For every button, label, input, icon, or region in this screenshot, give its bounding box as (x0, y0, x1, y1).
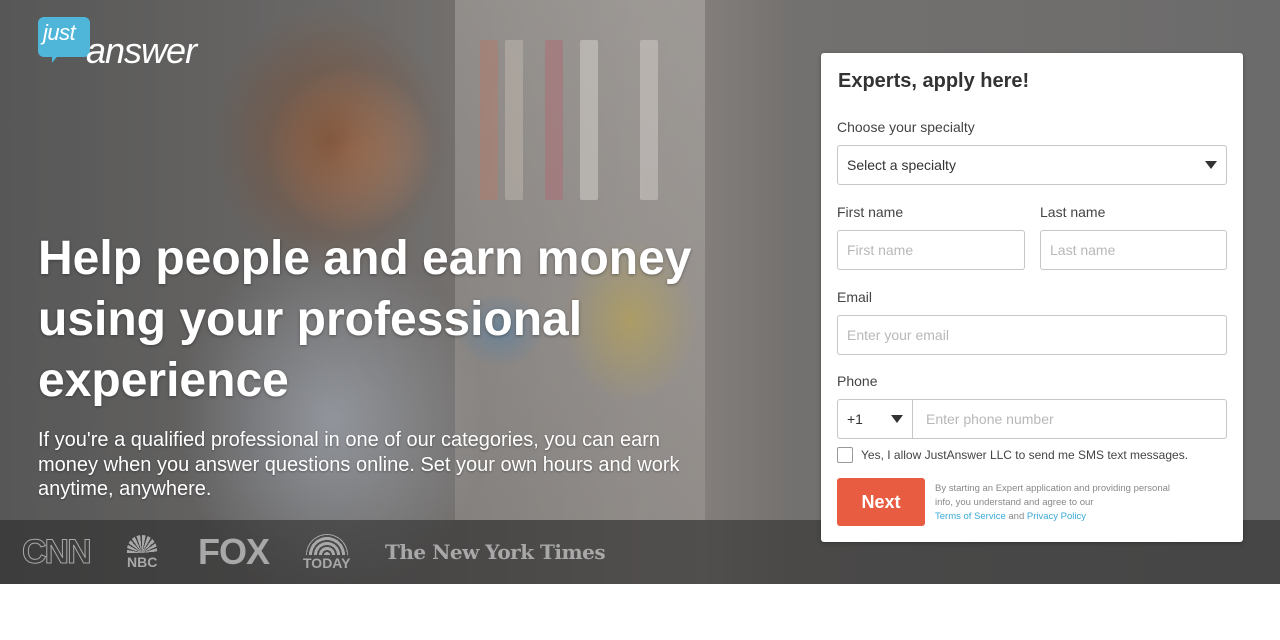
sms-consent-row: Yes, I allow JustAnswer LLC to send me S… (837, 447, 1188, 463)
email-label: Email (837, 289, 873, 305)
hero-headline: Help people and earn money using your pr… (38, 232, 692, 407)
justanswer-logo[interactable]: just answer (38, 17, 213, 73)
form-title: Experts, apply here! (838, 70, 1030, 92)
specialty-selected-value: Select a specialty (847, 157, 956, 173)
fox-logo-icon: FOX (198, 531, 270, 572)
country-code-value: +1 (847, 411, 863, 427)
country-code-select[interactable]: +1 (838, 400, 913, 438)
first-name-label: First name (837, 204, 904, 220)
legal-disclaimer: By starting an Expert application and pr… (935, 482, 1175, 524)
cnn-logo-icon: CNN (22, 532, 93, 571)
nbc-peacock-icon (127, 535, 158, 553)
nbc-logo-text: NBC (127, 554, 158, 570)
legal-and-text: and (1008, 511, 1025, 522)
nyt-logo-icon: The New York Times (385, 540, 606, 564)
logo-text-answer: answer (86, 30, 197, 71)
phone-field: +1 (837, 399, 1227, 439)
today-logo-text: TODAY (303, 555, 351, 571)
next-button[interactable]: Next (837, 478, 925, 526)
phone-input[interactable] (913, 400, 1226, 438)
terms-of-service-link[interactable]: Terms of Service (935, 511, 1006, 522)
logo-text-just: just (43, 20, 76, 45)
speech-bubble-tail (52, 53, 64, 63)
expert-application-form: Experts, apply here! Choose your special… (821, 53, 1243, 542)
sms-consent-label[interactable]: Yes, I allow JustAnswer LLC to send me S… (861, 448, 1188, 462)
today-rainbow-icon (305, 534, 348, 555)
last-name-label: Last name (1040, 204, 1106, 220)
nbc-logo-icon: NBC (127, 520, 157, 584)
sms-consent-checkbox[interactable] (837, 447, 853, 463)
today-logo-icon: TODAY (303, 520, 350, 584)
specialty-select[interactable]: Select a specialty (837, 145, 1227, 185)
caret-down-icon (1205, 161, 1217, 169)
hero-subtext: If you're a qualified professional in on… (38, 429, 680, 500)
privacy-policy-link[interactable]: Privacy Policy (1027, 511, 1086, 522)
first-name-input[interactable] (837, 230, 1025, 270)
phone-label: Phone (837, 373, 878, 389)
specialty-label: Choose your specialty (837, 119, 975, 135)
email-input[interactable] (837, 315, 1227, 355)
caret-down-icon (891, 415, 903, 423)
last-name-input[interactable] (1040, 230, 1227, 270)
legal-text: By starting an Expert application and pr… (935, 483, 1171, 508)
